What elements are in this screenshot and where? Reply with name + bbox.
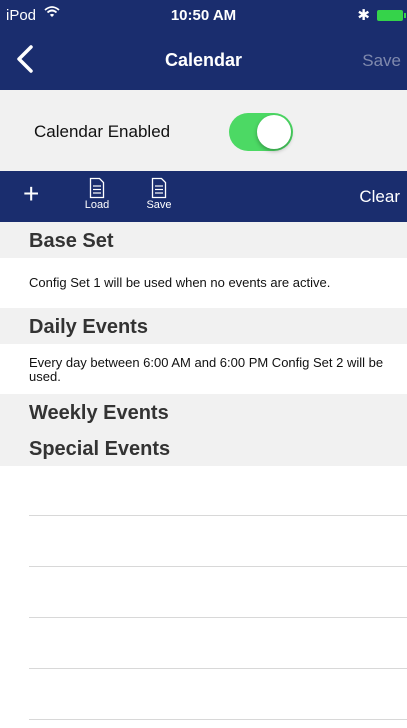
navigation-bar: Calendar Save xyxy=(0,30,407,90)
calendar-enabled-toggle[interactable] xyxy=(229,113,293,151)
clock: 10:50 AM xyxy=(170,7,237,24)
calendar-enabled-row: Calendar Enabled xyxy=(0,90,407,171)
page-title: Calendar xyxy=(164,50,243,70)
document-icon xyxy=(89,177,105,199)
status-bar: iPod 10:50 AM ✱ xyxy=(0,0,407,30)
section-header-weekly-events[interactable]: Weekly Events xyxy=(0,394,407,430)
section-title: Daily Events xyxy=(29,316,148,338)
battery-icon xyxy=(377,10,406,21)
list-separator xyxy=(29,719,407,720)
daily-events-description: Every day between 6:00 AM and 6:00 PM Co… xyxy=(29,355,384,384)
section-title: Weekly Events xyxy=(29,402,169,424)
section-header-base-set[interactable]: Base Set xyxy=(0,222,407,258)
toggle-knob xyxy=(257,115,291,149)
section-title: Base Set xyxy=(29,230,114,252)
list-separator xyxy=(29,617,407,618)
calendar-enabled-label: Calendar Enabled xyxy=(34,122,171,141)
document-icon xyxy=(151,177,167,199)
section-header-special-events[interactable]: Special Events xyxy=(0,430,407,466)
save-label: Save xyxy=(146,199,172,211)
load-button[interactable]: Load xyxy=(80,177,114,211)
list-separator xyxy=(29,515,407,516)
load-label: Load xyxy=(84,199,110,211)
calendar-toolbar: + Load Save Clear xyxy=(0,171,407,222)
clear-button[interactable]: Clear xyxy=(359,187,400,207)
list-separator xyxy=(29,668,407,669)
list-separator xyxy=(29,566,407,567)
section-title: Special Events xyxy=(29,438,171,460)
add-icon[interactable]: + xyxy=(23,179,39,209)
section-header-daily-events[interactable]: Daily Events xyxy=(0,308,407,344)
toolbar-save-button[interactable]: Save xyxy=(142,177,176,211)
base-set-description: Config Set 1 will be used when no events… xyxy=(29,275,331,290)
bluetooth-icon: ✱ xyxy=(357,7,370,24)
save-button[interactable]: Save xyxy=(362,51,401,71)
